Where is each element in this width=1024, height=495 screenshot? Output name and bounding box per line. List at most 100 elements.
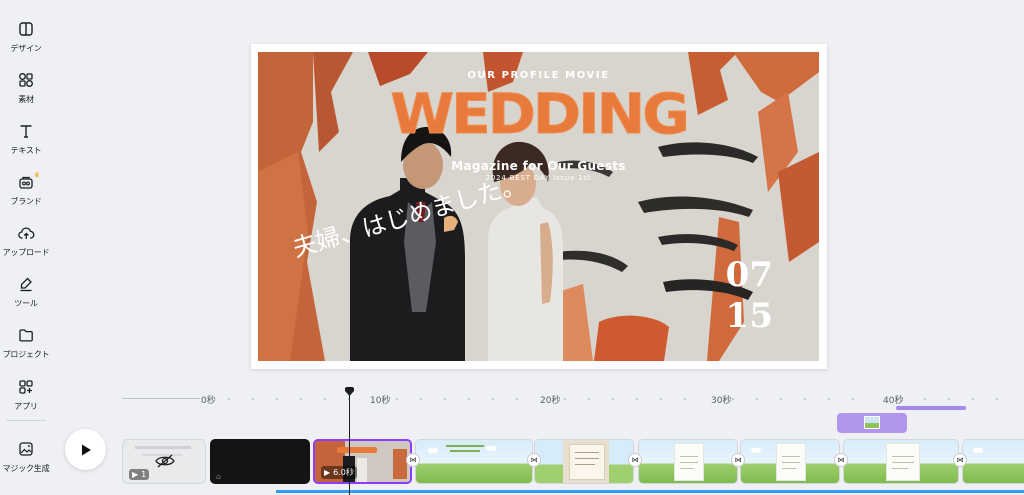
magazine-subtitle[interactable]: Magazine for Our Guests [258,159,819,173]
clip-text-line [446,445,484,447]
sidebar-divider [6,420,46,421]
ruler-dot [780,398,782,400]
transition-button[interactable]: ⋈ [834,453,848,467]
sidebar-item-tools[interactable]: ツール [0,267,52,313]
sidebar-item-text[interactable]: テキスト [0,114,52,160]
transition-icon: ⋈ [956,456,964,464]
clip-badge-text: 6.0秒 [333,468,354,477]
sidebar-item-apps[interactable]: アプリ [0,370,52,416]
transition-button[interactable]: ⋈ [628,453,642,467]
clip-thumbnail-title [337,447,377,453]
timeline-clip[interactable] [740,439,840,484]
clip-text-line [892,468,908,469]
ruler-dot [252,398,254,400]
ruler-dot [924,398,926,400]
ruler-dot [852,398,854,400]
clip-text-line [680,462,698,463]
sidebar-item-magic-media[interactable]: マジック生成 [0,432,52,478]
ruler-dot [228,398,230,400]
text-icon [15,120,37,142]
clip-thumbnail-figure [357,458,367,482]
timeline-clip[interactable] [638,439,738,484]
play-button[interactable] [65,429,106,470]
sidebar-item-brand[interactable]: ♛ ブランド [0,165,52,211]
clip-text-line [135,446,191,449]
date-month[interactable]: 07 [726,255,773,295]
profile-movie-text[interactable]: OUR PROFILE MOVIE [258,70,819,81]
clip-text-line [680,468,694,469]
transition-button[interactable]: ⋈ [731,453,745,467]
timeline-ruler-line [122,398,200,399]
transition-button[interactable]: ⋈ [953,453,967,467]
ruler-dot [900,398,902,400]
tick-label: 20秒 [540,396,561,406]
clip-landscape [963,440,1024,483]
sidebar-item-design[interactable]: デザイン [0,12,52,58]
timeline-clip[interactable] [962,439,1024,484]
lock-icon: ⌂ [216,472,222,481]
ruler-dot [756,398,758,400]
sidebar-item-label: 素材 [18,95,34,104]
playhead-line[interactable] [349,392,350,495]
ruler-dot [588,398,590,400]
clip-text-line [575,452,599,453]
issue-line[interactable]: 2024 BEST DAY Issue 1st [258,174,819,182]
clip-text-line [680,456,698,457]
ruler-dot [420,398,422,400]
sidebar-item-label: マジック生成 [2,464,50,473]
sidebar-item-projects[interactable]: プロジェクト [0,318,52,364]
timeline-progress-bar [276,490,1024,493]
sidebar-item-uploads[interactable]: アップロード [0,216,52,262]
transition-icon: ⋈ [631,456,639,464]
tick-label: 0秒 [201,396,216,406]
ruler-dot [972,398,974,400]
audio-track-bar[interactable] [896,406,966,410]
clip-card [674,443,704,481]
clip-card [569,444,605,480]
sidebar-item-label: アップロード [2,248,50,257]
sidebar-item-label: ブランド [10,197,42,206]
eye-off-icon [155,454,175,468]
clip-cloud [428,448,438,453]
sidebar-item-elements[interactable]: 素材 [0,63,52,109]
clip-cloud [486,446,496,451]
pen-tool-icon [15,273,37,295]
video-icon: ▶ [132,470,139,479]
clip-card [776,443,806,481]
crown-icon: ♛ [33,171,40,179]
sidebar-item-label: アプリ [14,402,38,411]
clip-card [886,443,920,481]
timeline-clip[interactable] [415,439,533,484]
timeline-clip[interactable] [534,439,634,484]
clip-cloud [973,448,983,453]
ruler-dot [804,398,806,400]
play-icon [81,444,91,455]
playhead-handle[interactable] [345,387,354,396]
sidebar-item-label: ツール [14,299,38,308]
timeline-clip[interactable]: ▶ 1 [122,439,206,484]
design-page[interactable]: OUR PROFILE MOVIE WEDDING Magazine for O… [258,52,819,361]
clip-text-line [892,456,914,457]
overlay-clip[interactable] [837,413,907,433]
transition-button[interactable]: ⋈ [406,453,420,467]
transition-icon: ⋈ [837,456,845,464]
tick-label: 30秒 [711,396,732,406]
left-sidebar: デザイン 素材 テキスト ♛ ブランド アップロード ツール プロジェクト アプ… [0,0,52,495]
ruler-dot [636,398,638,400]
ruler-dot [948,398,950,400]
ruler-dot [564,398,566,400]
transition-button[interactable]: ⋈ [527,453,541,467]
clip-badge: ▶ 6.0秒 [321,466,357,479]
ruler-dot [276,398,278,400]
transition-icon: ⋈ [409,456,417,464]
date-day[interactable]: 15 [726,296,773,336]
ruler-dot [732,398,734,400]
tick-label: 10秒 [370,396,391,406]
ruler-dot [324,398,326,400]
timeline-clip[interactable] [843,439,959,484]
timeline-clip-selected[interactable]: ▶ 6.0秒 [313,439,412,484]
clip-text-line [782,462,800,463]
timeline-clip[interactable]: ⌂ [210,439,310,484]
ruler-dot [684,398,686,400]
wedding-headline[interactable]: WEDDING [258,81,819,147]
